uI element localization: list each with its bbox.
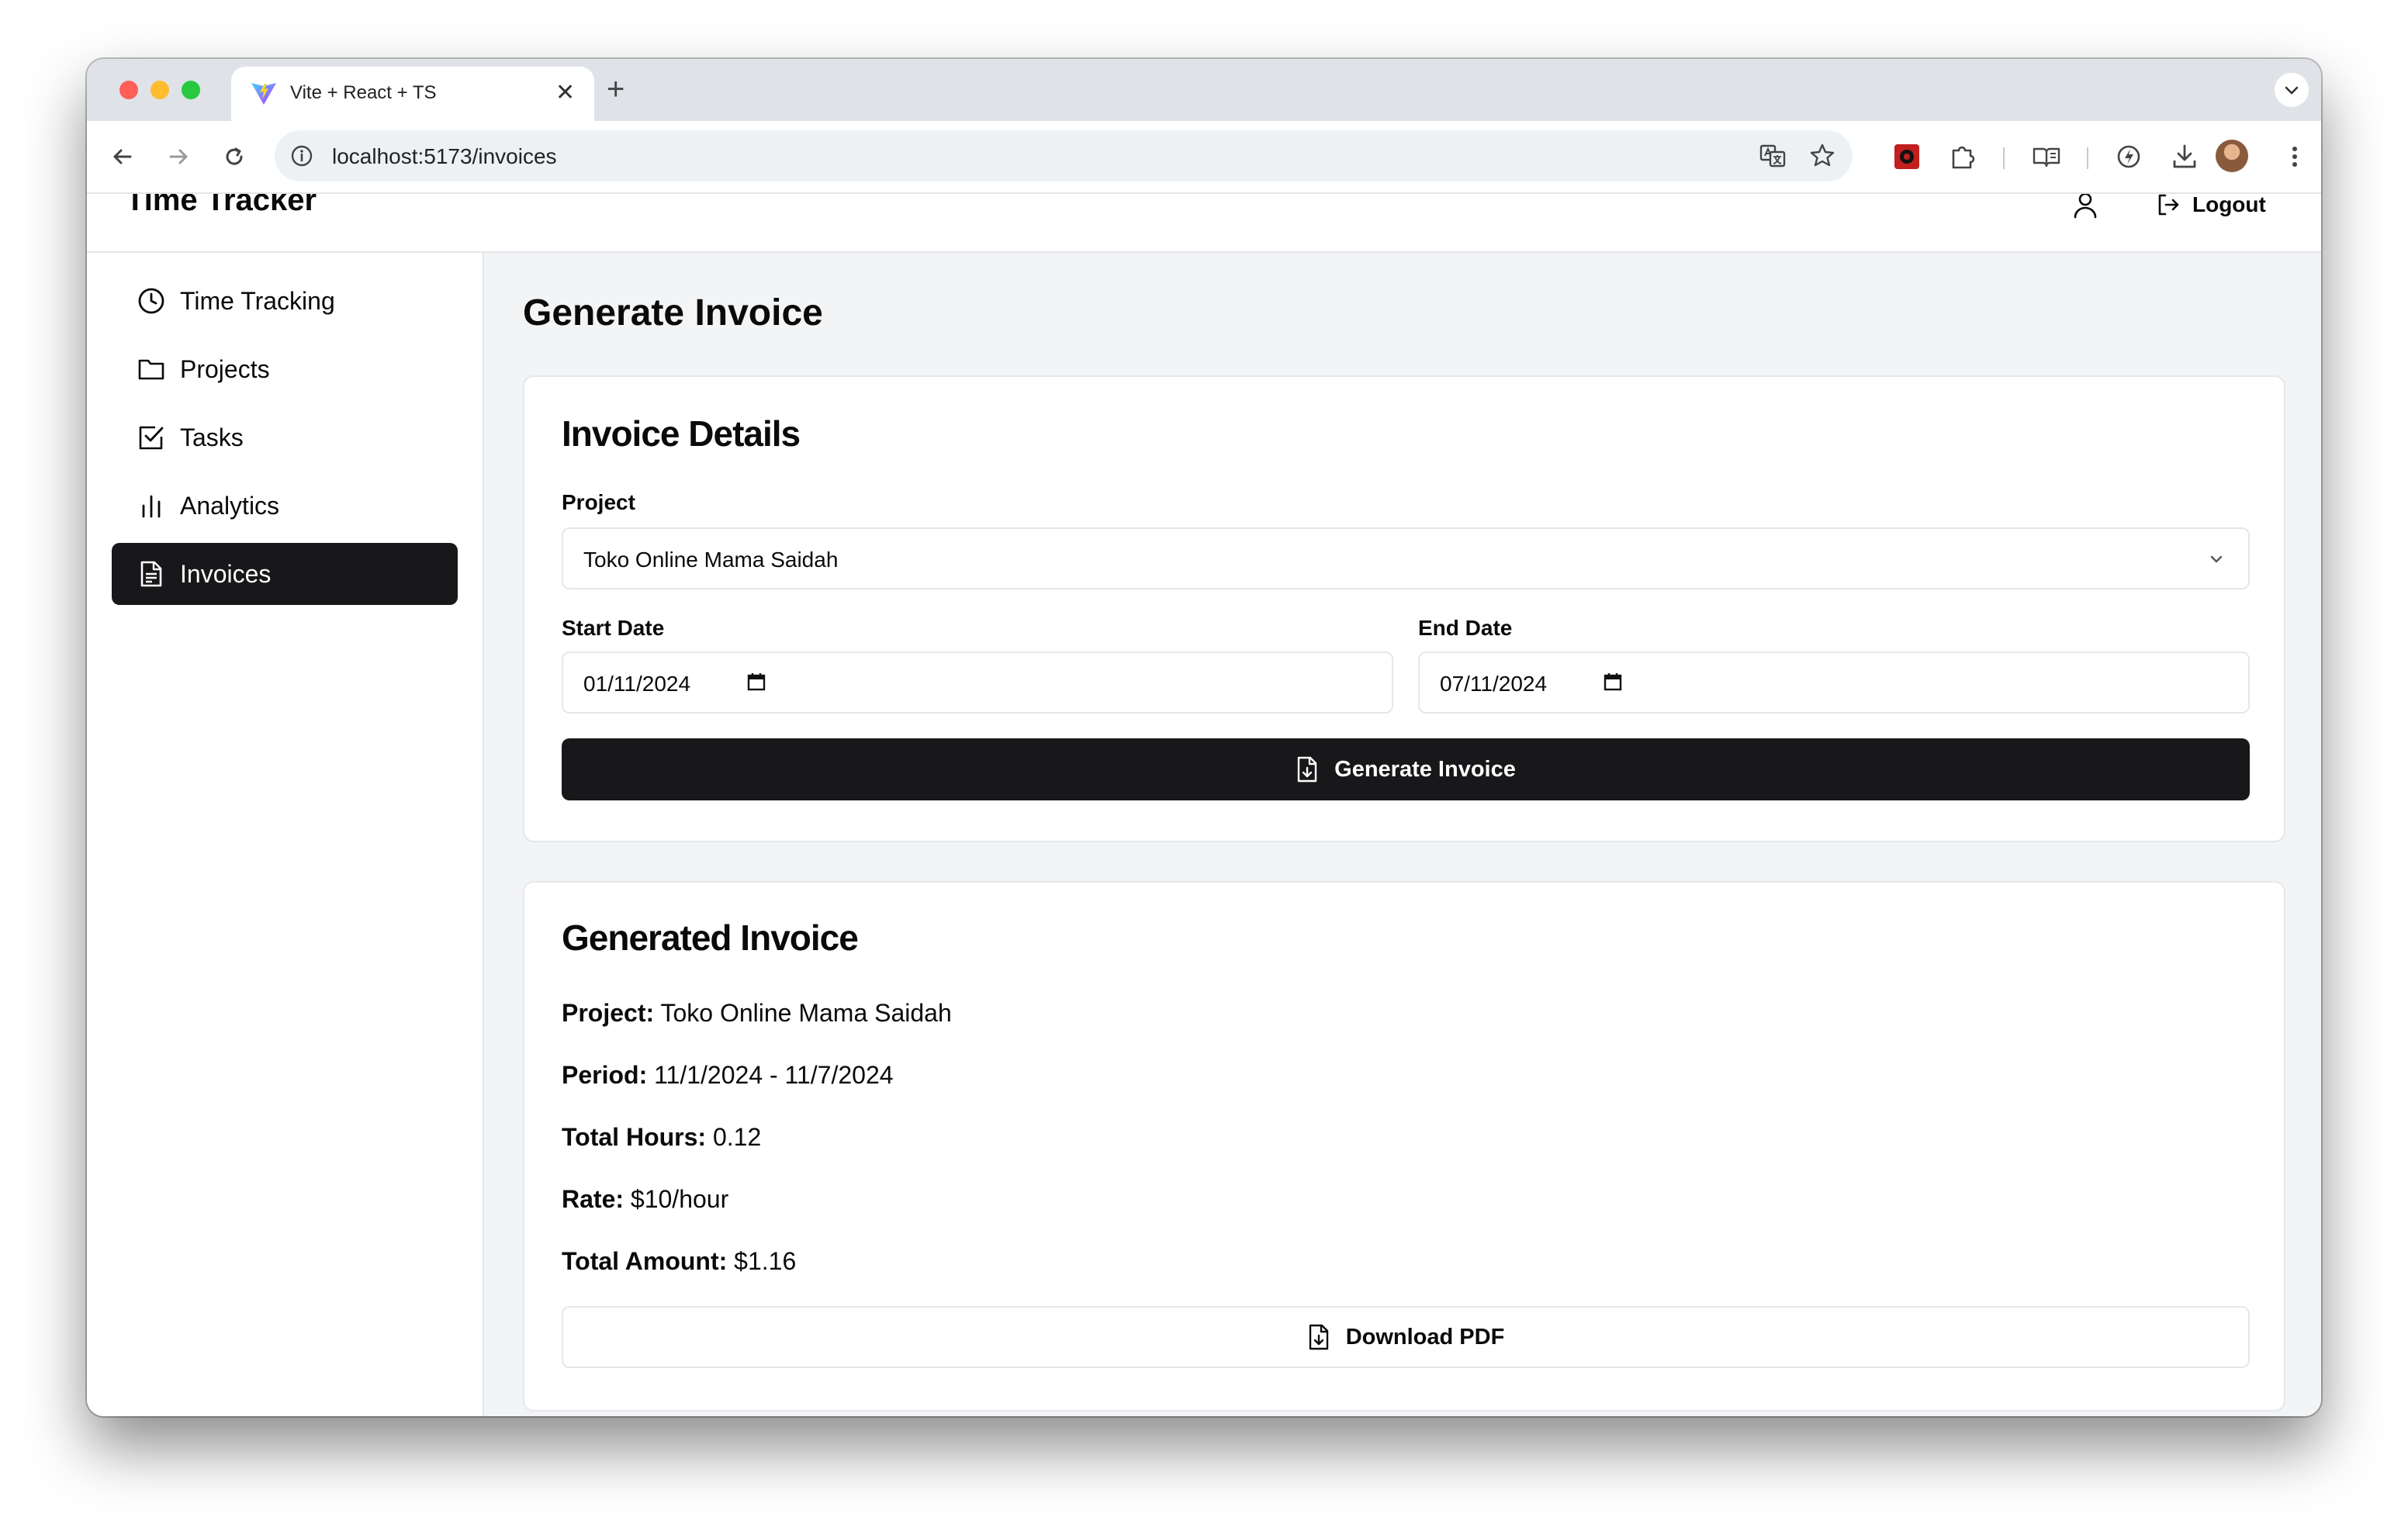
invoice-period-key: Period: [562, 1061, 648, 1089]
download-pdf-label: Download PDF [1345, 1324, 1505, 1350]
tab-title: Vite + React + TS [290, 82, 437, 103]
toolbar-separator [2087, 147, 2088, 169]
logout-button[interactable]: Logout [2155, 194, 2266, 220]
project-label: Project [562, 490, 635, 514]
app-root: Time Tracker Logout Time Tracking Projec… [87, 194, 2321, 1416]
generate-invoice-button[interactable]: Generate Invoice [562, 738, 2250, 800]
tab-close-icon[interactable]: ✕ [555, 81, 575, 105]
sidebar-item-label: Invoices [180, 559, 272, 588]
start-date-label: Start Date [562, 616, 665, 640]
chevron-down-icon [2285, 86, 2299, 95]
invoice-hours-key: Total Hours: [562, 1123, 707, 1151]
back-arrow-icon[interactable] [107, 141, 138, 172]
main-content: Generate Invoice Invoice Details Project… [484, 253, 2321, 1416]
invoice-rate-value: $10/hour [630, 1185, 729, 1213]
download-pdf-button[interactable]: Download PDF [562, 1306, 2250, 1368]
invoice-hours-value: 0.12 [712, 1123, 762, 1151]
invoice-period-value: 11/1/2024 - 11/7/2024 [654, 1061, 894, 1089]
sidebar-item-projects[interactable]: Projects [112, 338, 458, 400]
sidebar-item-label: Projects [180, 354, 270, 383]
tab-search-button[interactable] [2275, 73, 2309, 107]
address-bar[interactable]: localhost:5173/invoices [275, 130, 1853, 181]
download-icon[interactable] [2169, 141, 2200, 172]
start-date-input[interactable]: 01/11/2024 [562, 651, 1393, 714]
invoice-amount-value: $1.16 [734, 1247, 797, 1275]
file-download-icon [1309, 1324, 1328, 1350]
invoice-project-value: Toko Online Mama Saidah [660, 999, 952, 1027]
invoice-amount-key: Total Amount: [562, 1247, 728, 1275]
toolbar-separator [2003, 147, 2005, 169]
more-menu-icon[interactable] [2279, 141, 2310, 172]
url-text[interactable]: localhost:5173/invoices [332, 144, 557, 169]
new-tab-button[interactable]: + [607, 70, 624, 109]
tab-strip: Vite + React + TS ✕ + [87, 59, 2321, 121]
sidebar-item-invoices[interactable]: Invoices [112, 543, 458, 605]
project-select-value: Toko Online Mama Saidah [583, 548, 839, 572]
bookmark-star-icon[interactable] [1808, 141, 1837, 171]
generate-invoice-label: Generate Invoice [1334, 756, 1516, 782]
start-date-value: 01/11/2024 [583, 672, 691, 696]
invoice-details-card: Invoice Details Project Toko Online Mama… [523, 375, 2285, 842]
chevron-down-icon [2210, 555, 2223, 563]
vite-logo-icon [251, 83, 276, 105]
sidebar-item-time-tracking[interactable]: Time Tracking [112, 270, 458, 332]
sidebar-item-tasks[interactable]: Tasks [112, 406, 458, 468]
invoice-amount-line: Total Amount: $1.16 [562, 1247, 796, 1276]
invoice-project-key: Project: [562, 999, 655, 1027]
file-download-icon [1297, 756, 1317, 783]
project-select[interactable]: Toko Online Mama Saidah [562, 527, 2250, 589]
end-date-input[interactable]: 07/11/2024 [1418, 651, 2250, 714]
sidebar: Time Tracking Projects Tasks Analytics I… [87, 253, 484, 1416]
performance-icon[interactable] [2113, 141, 2144, 172]
invoice-rate-key: Rate: [562, 1185, 624, 1213]
profile-avatar[interactable] [2216, 140, 2248, 172]
minimize-window-button[interactable] [150, 81, 169, 99]
bar-chart-icon [142, 495, 161, 518]
maximize-window-button[interactable] [182, 81, 200, 99]
invoice-period-line: Period: 11/1/2024 - 11/7/2024 [562, 1061, 894, 1090]
reload-icon[interactable] [219, 141, 250, 172]
invoice-hours-line: Total Hours: 0.12 [562, 1123, 761, 1152]
user-icon[interactable] [2070, 194, 2101, 220]
app-header: Time Tracker Logout [87, 194, 2321, 253]
card-title: Generated Invoice [562, 918, 859, 958]
sidebar-item-label: Time Tracking [180, 286, 335, 315]
card-title: Invoice Details [562, 413, 801, 454]
generated-invoice-card: Generated Invoice Project: Toko Online M… [523, 881, 2285, 1412]
browser-tab[interactable]: Vite + React + TS ✕ [231, 67, 594, 121]
page-title: Generate Invoice [523, 292, 823, 334]
checkbox-icon [139, 426, 164, 450]
reading-mode-icon[interactable] [2031, 141, 2062, 172]
translate-icon[interactable] [1758, 141, 1787, 171]
calendar-icon[interactable] [1601, 670, 1624, 693]
folder-icon [138, 359, 164, 380]
invoice-rate-line: Rate: $10/hour [562, 1185, 728, 1214]
sidebar-item-label: Analytics [180, 491, 280, 520]
extensions-puzzle-icon[interactable] [1947, 141, 1978, 172]
extension-red-icon[interactable] [1891, 141, 1922, 172]
forward-arrow-icon[interactable] [163, 141, 194, 172]
app-brand[interactable]: Time Tracker [126, 194, 317, 218]
site-info-icon[interactable] [289, 143, 315, 169]
invoice-project-line: Project: Toko Online Mama Saidah [562, 999, 952, 1028]
end-date-value: 07/11/2024 [1440, 672, 1548, 696]
calendar-icon[interactable] [745, 670, 768, 693]
close-window-button[interactable] [119, 81, 138, 99]
logout-label: Logout [2192, 194, 2266, 216]
browser-toolbar: localhost:5173/invoices [87, 121, 2321, 194]
browser-window: Vite + React + TS ✕ + localhost:5173/inv… [87, 59, 2321, 1416]
logout-icon [2158, 194, 2179, 216]
sidebar-item-label: Tasks [180, 423, 244, 451]
sidebar-item-analytics[interactable]: Analytics [112, 475, 458, 537]
end-date-label: End Date [1418, 616, 1513, 640]
file-text-icon [140, 561, 162, 587]
clock-icon [138, 288, 164, 314]
